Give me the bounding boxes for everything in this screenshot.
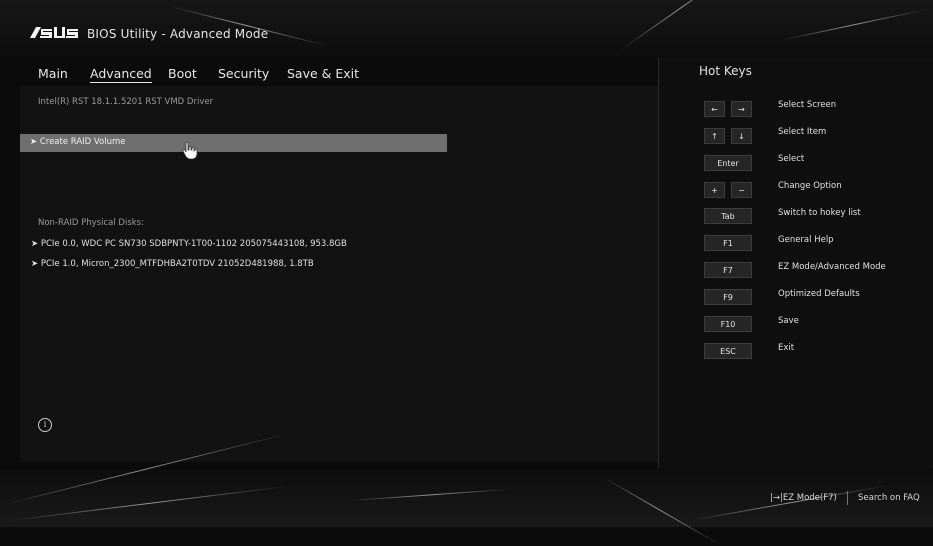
right-arrow-key[interactable]: → xyxy=(731,101,752,117)
plus-key[interactable]: + xyxy=(704,182,725,198)
hotkey-label: Optimized Defaults xyxy=(778,289,860,299)
f9-key[interactable]: F9 xyxy=(704,289,752,305)
tab-key[interactable]: Tab xyxy=(704,208,752,224)
ez-mode-button[interactable]: |→|EZ Mode(F7) xyxy=(770,493,837,503)
nonraid-disks-heading: Non-RAID Physical Disks: xyxy=(38,218,144,228)
up-arrow-key[interactable]: ↑ xyxy=(704,128,725,144)
hotkey-label: Select Item xyxy=(778,127,827,137)
chevron-right-icon: ➤ xyxy=(30,137,40,147)
panel-divider xyxy=(658,58,659,468)
esc-key[interactable]: ESC xyxy=(704,343,752,359)
hotkey-label: Save xyxy=(778,316,799,326)
hand-cursor-icon xyxy=(182,141,198,160)
chevron-right-icon: ➤ xyxy=(31,239,41,249)
driver-version: Intel(R) RST 18.1.1.5201 RST VMD Driver xyxy=(38,97,214,107)
left-arrow-key[interactable]: ← xyxy=(704,101,725,117)
tab-save-exit[interactable]: Save & Exit xyxy=(287,66,359,81)
hotkey-label: Select Screen xyxy=(778,100,837,110)
hotkey-label: Change Option xyxy=(778,181,842,191)
hotkey-label: EZ Mode/Advanced Mode xyxy=(778,262,886,272)
f7-key[interactable]: F7 xyxy=(704,262,752,278)
f1-key[interactable]: F1 xyxy=(704,235,752,251)
chevron-right-icon: ➤ xyxy=(31,259,41,269)
disk-item[interactable]: ➤ PCIe 1.0, Micron_2300_MTFDHBA2T0TDV 21… xyxy=(31,259,314,269)
footer-separator xyxy=(847,491,848,505)
hotkey-label: Exit xyxy=(778,343,795,353)
info-icon: i xyxy=(38,418,52,432)
disk-label: PCIe 1.0, Micron_2300_MTFDHBA2T0TDV 2105… xyxy=(40,259,314,269)
create-raid-volume-item[interactable]: ➤ Create RAID Volume xyxy=(20,134,447,152)
tab-main[interactable]: Main xyxy=(38,66,68,81)
disk-item[interactable]: ➤ PCIe 0.0, WDC PC SN730 SDBPNTY-1T00-11… xyxy=(31,239,347,249)
asus-logo xyxy=(30,27,78,38)
hotkey-label: General Help xyxy=(778,235,834,245)
app-title: BIOS Utility - Advanced Mode xyxy=(87,27,269,41)
hotkey-label: Switch to hokey list xyxy=(778,208,861,218)
search-faq-button[interactable]: Search on FAQ xyxy=(858,493,920,503)
hotkeys-title: Hot Keys xyxy=(699,64,752,78)
hotkey-label: Select xyxy=(778,154,805,164)
tab-boot[interactable]: Boot xyxy=(168,66,197,81)
tab-advanced[interactable]: Advanced xyxy=(90,66,152,83)
enter-key[interactable]: Enter xyxy=(704,155,752,171)
f10-key[interactable]: F10 xyxy=(704,316,752,332)
tab-security[interactable]: Security xyxy=(218,66,269,81)
minus-key[interactable]: − xyxy=(731,182,752,198)
down-arrow-key[interactable]: ↓ xyxy=(731,128,752,144)
create-raid-label: Create RAID Volume xyxy=(39,137,126,147)
disk-label: PCIe 0.0, WDC PC SN730 SDBPNTY-1T00-1102… xyxy=(40,239,347,249)
